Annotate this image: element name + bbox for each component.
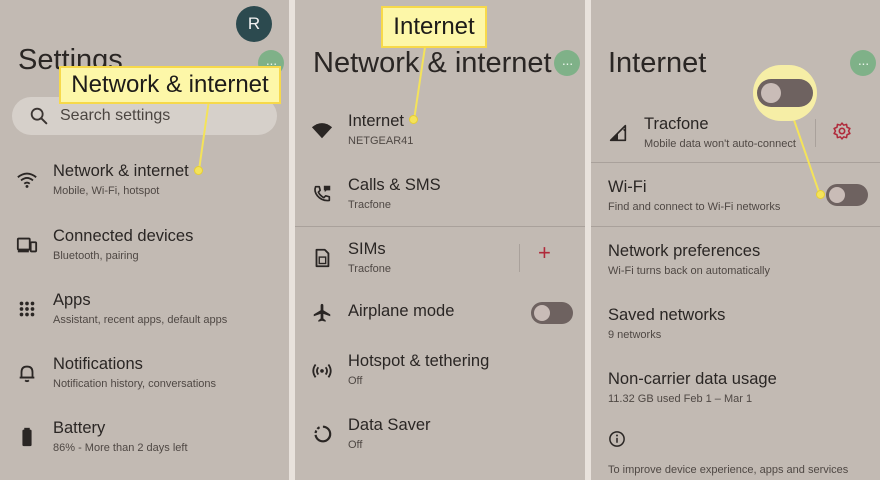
item-title: Hotspot & tethering [348,352,490,370]
settings-item-network[interactable]: Network & internet Mobile, Wi-Fi, hotspo… [0,160,289,206]
settings-item-notifications[interactable]: Notifications Notification history, conv… [0,353,289,399]
airplane-mode-toggle[interactable] [531,302,573,324]
callout-pointer-dot [409,115,418,124]
section-divider [295,226,585,227]
gear-icon [833,122,851,140]
item-subtitle: Off [348,439,363,451]
devices-icon [16,237,38,253]
wifi-subtitle: Find and connect to Wi-Fi networks [608,201,781,213]
item-title: Network preferences [608,242,761,260]
item-title: Calls & SMS [348,176,441,194]
item-title: Saved networks [608,306,726,324]
network-internet-panel: ··· Network & internet Internet NETGEAR4… [295,0,585,480]
item-subtitle: Bluetooth, pairing [53,250,139,262]
item-subtitle: Tracfone [348,263,392,275]
wifi-toggle-magnified [753,65,817,121]
wifi-item[interactable]: Wi-Fi Find and connect to Wi-Fi networks [591,176,880,222]
network-item-sims[interactable]: SIMs Tracfone + [295,238,585,284]
search-placeholder: Search settings [60,107,171,124]
callout-network-internet: Network & internet [59,66,281,104]
settings-item-apps[interactable]: Apps Assistant, recent apps, default app… [0,289,289,335]
internet-panel: ··· Internet Tracfone Mobile data won't … [591,0,880,480]
wifi-icon [17,172,37,188]
section-divider [591,162,880,163]
item-title: Internet [348,112,404,130]
item-subtitle: NETGEAR41 [348,135,414,147]
network-item-internet[interactable]: Internet NETGEAR41 [295,110,585,156]
item-title: Network & internet [53,162,189,180]
vertical-separator [815,119,816,147]
hotspot-icon [312,363,332,378]
carrier-item-tracfone[interactable]: Tracfone Mobile data won't auto-connect [591,113,880,159]
callout-pointer-dot [194,166,203,175]
section-divider [591,226,880,227]
internet-item-network-preferences[interactable]: Network preferences Wi-Fi turns back on … [591,240,880,286]
carrier-title: Tracfone [644,115,709,133]
wifi-toggle[interactable] [826,184,868,206]
bell-icon [19,365,35,383]
item-title: Notifications [53,355,143,373]
internet-item-saved-networks[interactable]: Saved networks 9 networks [591,304,880,350]
phone-icon [314,185,331,202]
toggle-knob [534,305,550,321]
network-item-calls-sms[interactable]: Calls & SMS Tracfone [295,174,585,220]
network-item-data-saver[interactable]: Data Saver Off [295,414,585,460]
item-subtitle: 86% - More than 2 days left [53,442,188,454]
carrier-subtitle: Mobile data won't auto-connect [644,138,796,150]
apps-grid-icon [19,301,35,317]
item-title: Apps [53,291,91,309]
item-title: Airplane mode [348,302,455,320]
item-title: Connected devices [53,227,194,245]
item-subtitle: Tracfone [348,199,392,211]
carrier-settings-button[interactable] [832,121,852,141]
toggle-knob [761,83,781,103]
search-icon [30,107,48,125]
wifi-title: Wi-Fi [608,178,647,196]
wifi-filled-icon [311,123,333,139]
data-saver-icon [314,425,332,443]
network-item-hotspot[interactable]: Hotspot & tethering Off [295,350,585,396]
item-title: Battery [53,419,106,437]
footer-text: To improve device experience, apps and s… [608,464,849,476]
toggle-knob [829,187,845,203]
airplane-icon [313,303,331,322]
add-sim-button[interactable]: + [538,242,551,264]
more-options-button[interactable]: ··· [554,50,580,76]
item-subtitle: Off [348,375,363,387]
item-subtitle: Mobile, Wi-Fi, hotspot [53,185,160,197]
item-subtitle: Wi-Fi turns back on automatically [608,265,770,277]
sim-card-icon [315,248,330,268]
battery-icon [22,427,32,447]
signal-icon [609,124,627,142]
vertical-separator [519,244,520,272]
settings-item-battery[interactable]: Battery 86% - More than 2 days left [0,417,289,463]
more-options-button[interactable]: ··· [850,50,876,76]
callout-pointer-dot [816,190,825,199]
info-icon [608,430,626,448]
internet-item-non-carrier-data-usage[interactable]: Non-carrier data usage 11.32 GB used Feb… [591,368,880,414]
item-subtitle: Assistant, recent apps, default apps [53,314,228,326]
item-title: Data Saver [348,416,431,434]
toggle-track [757,79,813,107]
page-title: Network & internet [313,47,552,79]
item-subtitle: Notification history, conversations [53,378,217,390]
callout-internet: Internet [381,6,487,48]
item-title: SIMs [348,240,386,258]
item-title: Non-carrier data usage [608,370,777,388]
account-avatar[interactable]: R [236,6,272,42]
network-item-airplane-mode[interactable]: Airplane mode [295,302,585,332]
item-subtitle: 9 networks [608,329,662,341]
item-subtitle: 11.32 GB used Feb 1 – Mar 1 [608,393,753,405]
page-title: Internet [608,47,707,79]
settings-item-connected-devices[interactable]: Connected devices Bluetooth, pairing [0,225,289,271]
